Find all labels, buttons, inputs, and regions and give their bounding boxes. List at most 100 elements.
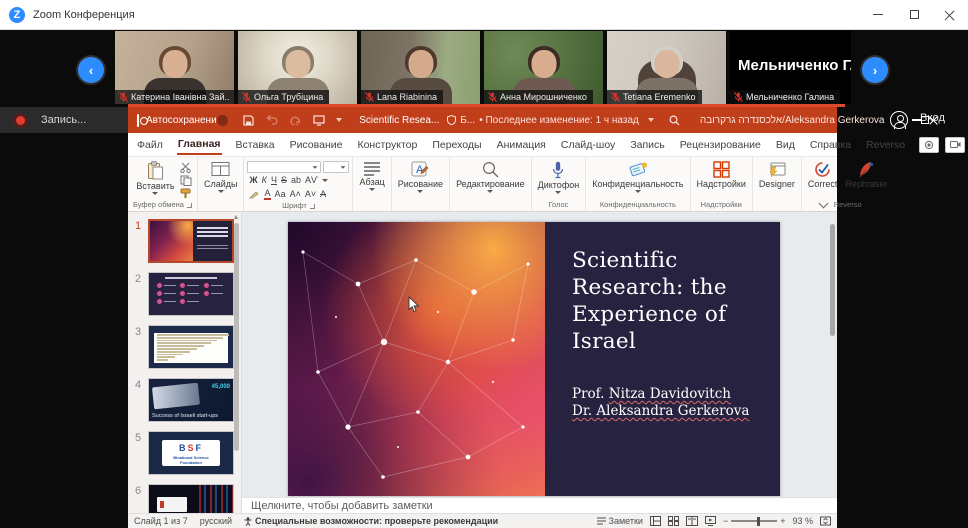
zoom-slider[interactable]: −+ (723, 516, 786, 526)
video-tile[interactable]: Мельниченко Г... Мельниченко Галина (730, 31, 851, 104)
confidentiality-button[interactable]: Конфиденциальность (589, 159, 686, 195)
editing-button[interactable]: Редактирование (453, 159, 528, 195)
slide-thumbnail-1[interactable] (148, 219, 234, 263)
editing-group: Редактирование (450, 157, 532, 211)
font-size-select[interactable] (323, 161, 349, 173)
paragraph-button[interactable]: Абзац (356, 159, 387, 193)
slide-thumbnail-3[interactable] (148, 325, 234, 369)
slideshow-view-button[interactable] (705, 516, 716, 526)
video-tile[interactable]: Ольга Трубіцина (238, 31, 357, 104)
slide-editing-area[interactable]: Scientific Research: the Experience of I… (242, 212, 837, 497)
slide-thumbnail-2[interactable] (148, 272, 234, 316)
addins-button[interactable]: Надстройки (694, 159, 749, 191)
accessibility-button[interactable]: Специальные возможности: проверьте реком… (244, 516, 498, 526)
strikethrough-button[interactable]: S (281, 175, 287, 185)
gallery-next-button[interactable]: › (862, 57, 888, 83)
paste-button[interactable]: Вставить (133, 159, 177, 197)
video-tile[interactable]: Lana Riabinina (361, 31, 480, 104)
thumbnail-scrollbar[interactable] (234, 215, 239, 507)
paste-clipboard-icon (147, 161, 164, 180)
notes-input[interactable]: Щелкните, чтобы добавить заметки (242, 497, 837, 513)
zoom-minimize-button[interactable] (860, 0, 896, 29)
camera-button[interactable] (945, 137, 965, 153)
tab-draw[interactable]: Рисование (289, 136, 344, 154)
zoom-close-button[interactable] (932, 0, 968, 29)
grow-font-button[interactable]: А˄ (290, 189, 301, 199)
underline-button[interactable]: Ч (271, 175, 277, 185)
zoom-slider-knob[interactable] (757, 517, 760, 526)
shrink-font-button[interactable]: А˅ (305, 189, 316, 199)
dialog-launcher-icon[interactable] (310, 204, 315, 209)
record-button[interactable] (919, 137, 939, 153)
font-color-button[interactable]: А (264, 188, 270, 200)
slide-area-scrollbar[interactable] (829, 214, 836, 495)
gallery-prev-button[interactable]: ‹ (78, 57, 104, 83)
tab-view[interactable]: Вид (775, 136, 796, 154)
format-painter-icon[interactable] (180, 188, 192, 199)
ppt-statusbar: Слайд 1 из 7 русский Специальные возможн… (128, 513, 837, 528)
slide-thumbnail-6[interactable] (148, 484, 234, 513)
last-modified-label[interactable]: • Последнее изменение: 1 ч назад (479, 115, 639, 126)
slide-authors[interactable]: Prof. Nitza Davidovitch Dr. Aleksandra G… (572, 386, 760, 420)
tab-reverso[interactable]: Reverso (865, 136, 906, 154)
language-button[interactable]: русский (200, 516, 232, 526)
character-spacing-button[interactable]: АѴ (305, 175, 318, 185)
slide-title[interactable]: Research: the (572, 274, 760, 301)
slide-thumbnail-5[interactable]: BSF Binational Science Foundation (148, 431, 234, 475)
save-icon[interactable] (243, 115, 254, 126)
video-tile[interactable]: Анна Мирошниченко (484, 31, 603, 104)
video-tile[interactable]: Tetiana Eremenko (607, 31, 726, 104)
zoom-maximize-button[interactable] (896, 0, 932, 29)
reading-view-button[interactable] (686, 516, 698, 526)
ppt-restore-button[interactable] (921, 107, 929, 133)
video-tile[interactable]: Катерина Іванівна Зай.. (115, 31, 234, 104)
fit-to-window-button[interactable] (820, 516, 831, 526)
change-case-button[interactable]: Аа (275, 189, 286, 199)
tab-file[interactable]: Файл (136, 136, 164, 154)
tab-help[interactable]: Справка (809, 136, 852, 154)
dictate-button[interactable]: Диктофон (535, 159, 583, 196)
tab-transitions[interactable]: Переходы (431, 136, 482, 154)
slides-button[interactable]: Слайды (201, 159, 241, 195)
slide-title[interactable]: Israel (572, 328, 760, 355)
designer-button[interactable]: Designer (756, 159, 798, 191)
slide-title[interactable]: Experience of (572, 301, 760, 328)
bold-button[interactable]: Ж (249, 175, 257, 185)
avatar[interactable] (890, 111, 908, 129)
drawing-button[interactable]: A Рисование (395, 159, 446, 195)
tab-review[interactable]: Рецензирование (679, 136, 762, 154)
tab-slideshow[interactable]: Слайд-шоу (560, 136, 616, 154)
correct-button[interactable]: Correct (805, 159, 841, 191)
highlight-pen-icon[interactable] (249, 189, 260, 199)
slide-text-panel[interactable]: Scientific Research: the Experience of I… (545, 222, 780, 496)
undo-icon[interactable] (266, 115, 278, 125)
thumb-logo-box (157, 497, 187, 512)
text-shadow-button[interactable]: ab (291, 175, 301, 185)
ppt-minimize-button[interactable] (912, 107, 921, 133)
ppt-close-button[interactable] (929, 107, 938, 133)
quick-access-dropdown-icon[interactable] (336, 118, 342, 122)
tab-record[interactable]: Запись (629, 136, 665, 154)
slide-title[interactable]: Scientific (572, 247, 760, 274)
rephraser-button[interactable]: Rephraser (842, 159, 890, 191)
account-name[interactable]: אלכסנדרה גרקרובה/Aleksandra Gerkerova (700, 115, 885, 126)
zoom-level[interactable]: 93 % (792, 516, 813, 526)
font-name-select[interactable] (247, 161, 321, 173)
tab-insert[interactable]: Вставка (235, 136, 276, 154)
slide-sorter-view-button[interactable] (668, 516, 679, 526)
slide-thumbnail-4[interactable]: 45,000 Success of Israeli start-ups (148, 378, 234, 422)
clear-formatting-button[interactable]: А (320, 189, 326, 199)
cut-icon[interactable] (180, 162, 192, 173)
normal-view-button[interactable] (650, 516, 661, 526)
copy-icon[interactable] (180, 175, 192, 186)
tab-home[interactable]: Главная (177, 135, 222, 155)
tab-animations[interactable]: Анимация (496, 136, 547, 154)
slide-canvas[interactable]: Scientific Research: the Experience of I… (288, 222, 780, 496)
notes-toggle-button[interactable]: Заметки (597, 516, 643, 526)
tab-design[interactable]: Конструктор (356, 136, 418, 154)
dialog-launcher-icon[interactable] (187, 203, 192, 208)
present-display-icon[interactable] (313, 115, 325, 126)
search-icon[interactable] (669, 115, 680, 126)
redo-icon[interactable] (290, 115, 301, 125)
italic-button[interactable]: К (262, 175, 267, 185)
